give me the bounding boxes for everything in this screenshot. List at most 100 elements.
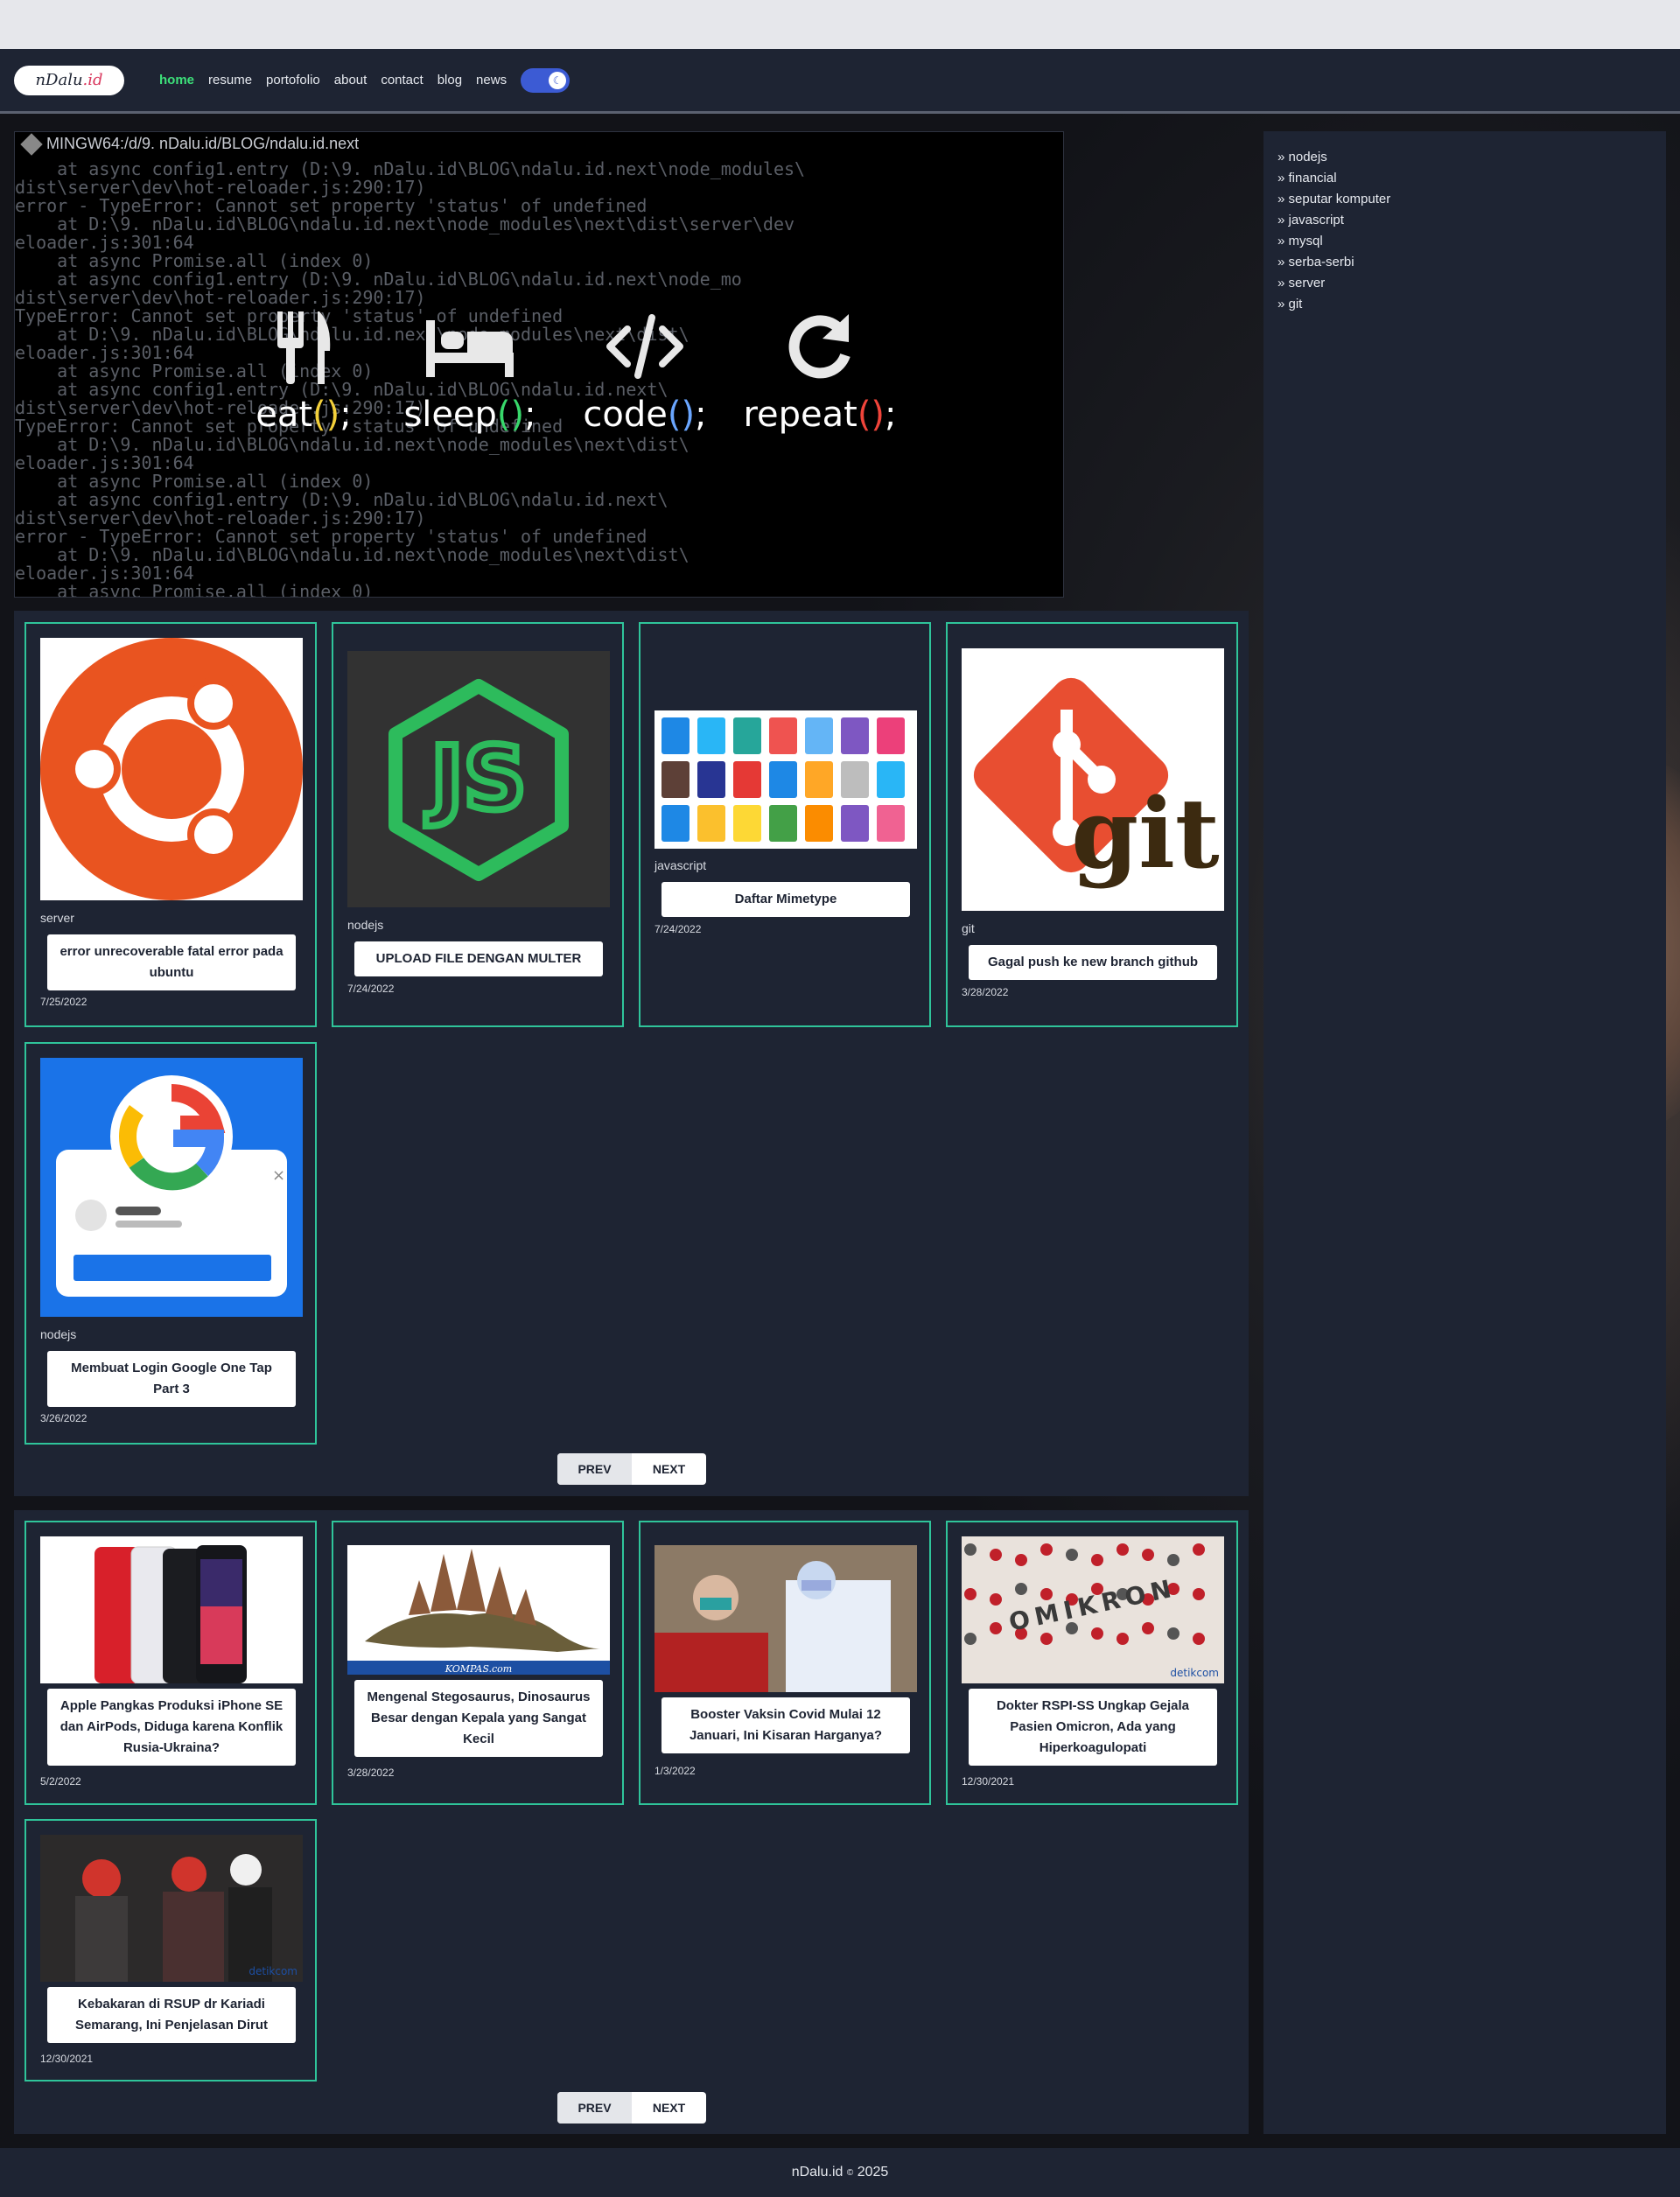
file-type-icon [877,717,905,754]
blog-card[interactable]: × nodejs Membuat Login Google One Tap Pa… [24,1042,317,1445]
file-type-icon [697,805,725,842]
news-card[interactable]: KOMPAS.com Mengenal Stegosaurus, Dinosau… [332,1521,624,1805]
motto-semi-repeat: ; [885,395,897,435]
file-type-icon [841,805,869,842]
sidebar-item-server[interactable]: » server [1278,273,1652,294]
post-date: 7/25/2022 [40,996,88,1008]
file-type-icon [733,717,761,754]
motto-parens-sleep: () [496,395,525,435]
news-date: 12/30/2021 [962,1775,1015,1788]
sidebar-item-serba-serbi[interactable]: » serba-serbi [1278,252,1652,273]
footer-brand: nDalu.id [791,2165,844,2180]
file-type-icons-image [654,710,917,849]
news-title[interactable]: Apple Pangkas Produksi iPhone SE dan Air… [47,1689,296,1766]
site-logo[interactable]: nDalu .id [14,65,124,95]
vaccine-image [654,1545,917,1692]
nav-portofolio[interactable]: portofolio [266,73,320,87]
news-card[interactable]: Booster Vaksin Covid Mulai 12 Januari, I… [639,1521,931,1805]
sidebar-item-mysql[interactable]: » mysql [1278,231,1652,252]
nav-home[interactable]: home [159,73,194,87]
file-type-icon [769,805,797,842]
news-date: 12/30/2021 [40,2053,94,2065]
prev-button[interactable]: PREV [557,2092,632,2124]
figure-piece [1066,1549,1078,1561]
motto-parens-code: () [667,395,696,435]
prev-button[interactable]: PREV [557,1453,632,1485]
news-title[interactable]: Dokter RSPI-SS Ungkap Gejala Pasien Omic… [969,1689,1217,1766]
terminal-title-bar: MINGW64:/d/9. nDalu.id/BLOG/ndalu.id.nex… [20,132,359,156]
post-title[interactable]: error unrecoverable fatal error pada ubu… [47,934,296,990]
news-title[interactable]: Mengenal Stegosaurus, Dinosaurus Besar d… [354,1680,603,1757]
blog-card[interactable]: JS nodejs UPLOAD FILE DENGAN MULTER 7/24… [332,622,624,1027]
post-category[interactable]: git [962,921,975,935]
file-type-icon [769,717,797,754]
figure-piece [1015,1554,1027,1566]
motto-word-code: code [583,395,668,435]
blog-panel: server error unrecoverable fatal error p… [14,611,1249,1496]
news-date: 3/28/2022 [347,1767,395,1779]
terminal-line: at D:\9. nDalu.id\BLOG\ndalu.id.next\nod… [15,434,690,455]
figure-piece [1142,1622,1154,1634]
news-card[interactable]: OMIKRON detikcom Dokter RSPI-SS Ungkap Ge… [946,1521,1238,1805]
post-category[interactable]: nodejs [347,918,383,932]
blog-card[interactable]: server error unrecoverable fatal error p… [24,622,317,1027]
motto-word-repeat: repeat [743,395,858,435]
sidebar-item-javascript[interactable]: » javascript [1278,210,1652,231]
next-button[interactable]: NEXT [632,2101,706,2115]
file-type-icon [805,717,833,754]
news-card[interactable]: detikcom Kebakaran di RSUP dr Kariadi Se… [24,1819,317,2082]
post-category[interactable]: server [40,911,74,925]
post-title[interactable]: Gagal push ke new branch github [969,945,1217,980]
motto-semi-eat: ; [340,395,352,435]
git-logo-image: git [962,648,1224,911]
figure-piece [990,1549,1002,1561]
terminal-line: eloader.js:301:64 [15,563,194,584]
motto-sleep: sleep(); [382,307,557,435]
sidebar-item-git[interactable]: » git [1278,294,1652,315]
figure-piece [990,1622,1002,1634]
figure-piece [990,1593,1002,1606]
motto-eat: eat(); [216,307,391,435]
news-card[interactable]: Apple Pangkas Produksi iPhone SE dan Air… [24,1521,317,1805]
code-icon [557,307,732,395]
terminal-line: error - TypeError: Cannot set property '… [15,195,648,216]
file-type-icon [733,761,761,798]
motto-parens-repeat: () [857,395,886,435]
sidebar-item-seputar-komputer[interactable]: » seputar komputer [1278,189,1652,210]
terminal-line: eloader.js:301:64 [15,232,194,253]
figure-piece [1040,1543,1053,1556]
logo-text: nDalu [35,71,83,89]
hero-motto: eat(); sleep(); code(); repeat(); [216,307,907,435]
news-title[interactable]: Kebakaran di RSUP dr Kariadi Semarang, I… [47,1987,296,2043]
post-date: 7/24/2022 [654,923,702,935]
blog-card[interactable]: git git Gagal push ke new branch github … [946,622,1238,1027]
post-category[interactable]: nodejs [40,1327,76,1341]
blog-card[interactable]: javascript Daftar Mimetype 7/24/2022 [639,622,931,1027]
sidebar-item-financial[interactable]: » financial [1278,168,1652,189]
terminal-line: at D:\9. nDalu.id\BLOG\ndalu.id.next\nod… [15,544,690,565]
terminal-line: dist\server\dev\hot-reloader.js:290:17) [15,287,426,308]
post-title[interactable]: UPLOAD FILE DENGAN MULTER [354,941,603,976]
iphone-se-image [40,1536,303,1683]
nav-contact[interactable]: contact [381,73,423,87]
figure-piece [1167,1554,1180,1566]
file-type-icon [662,717,690,754]
figure-piece [1167,1627,1180,1640]
kompas-watermark: KOMPAS.com [444,1663,512,1675]
motto-semi-code: ; [695,395,707,435]
nav-resume[interactable]: resume [208,73,252,87]
next-button[interactable]: NEXT [632,1462,706,1476]
post-title[interactable]: Membuat Login Google One Tap Part 3 [47,1351,296,1407]
news-title[interactable]: Booster Vaksin Covid Mulai 12 Januari, I… [662,1697,910,1753]
nav-about[interactable]: about [334,73,368,87]
figure-piece [1091,1627,1103,1640]
nav-news[interactable]: news [476,73,507,87]
sidebar-item-nodejs[interactable]: » nodejs [1278,147,1652,168]
post-category[interactable]: javascript [654,858,706,872]
news-pagination: PREV NEXT [557,2092,706,2124]
theme-toggle[interactable]: ☾ [521,67,570,93]
bed-icon [382,307,557,395]
footer: nDalu.id © 2025 [0,2148,1680,2197]
post-title[interactable]: Daftar Mimetype [662,882,910,917]
nav-blog[interactable]: blog [438,73,462,87]
